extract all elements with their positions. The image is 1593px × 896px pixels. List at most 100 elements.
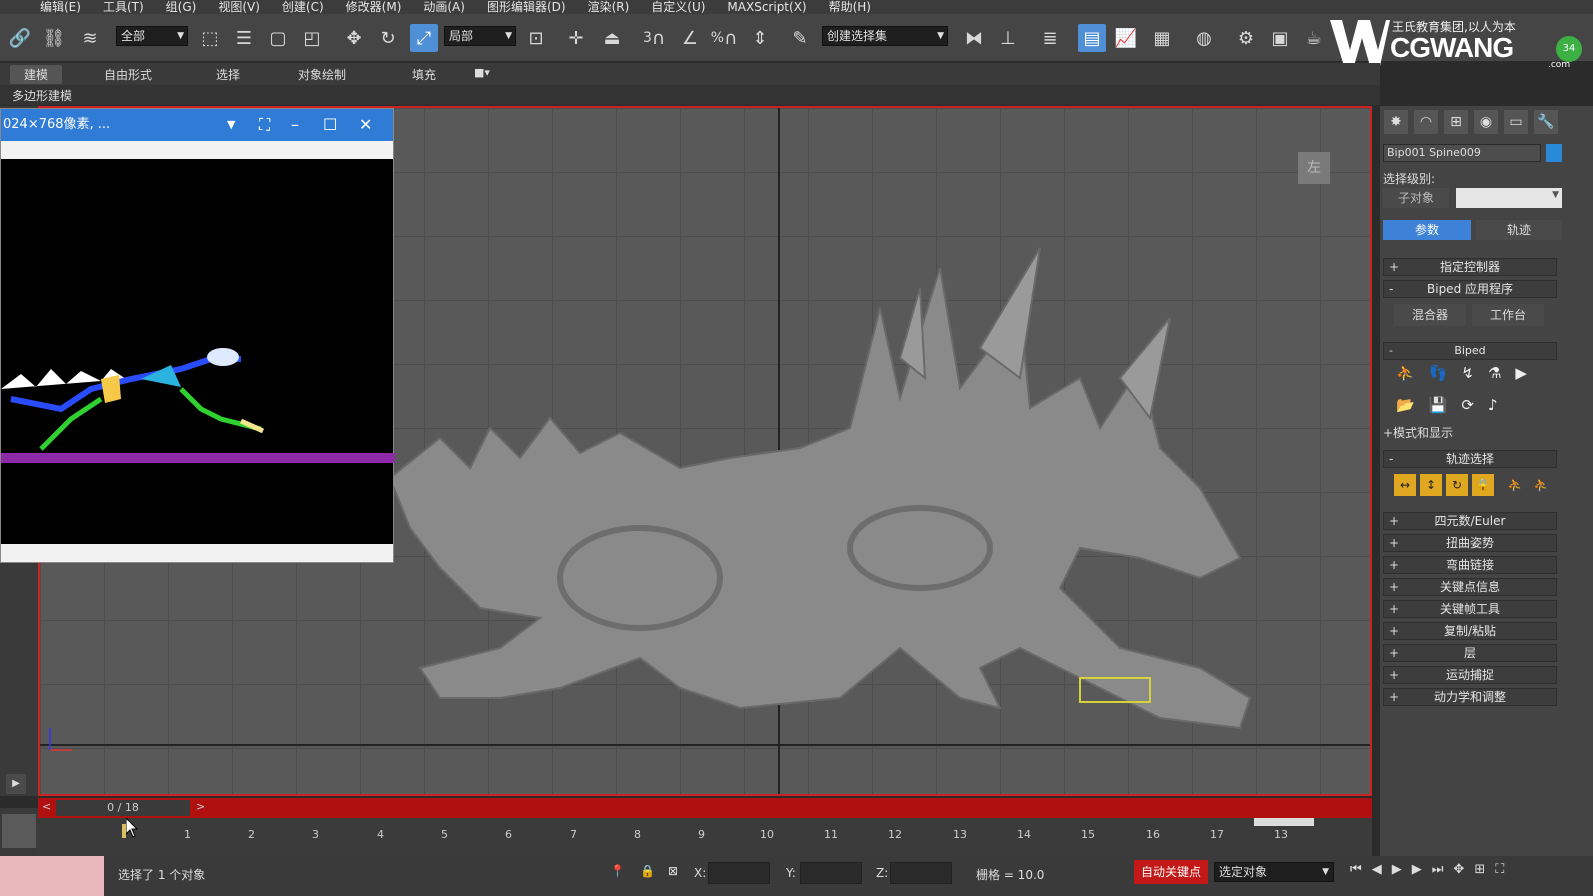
zoom-all-icon[interactable]: ⊞ (1474, 862, 1485, 877)
lock-selection-icon[interactable]: 🔒 (640, 864, 655, 878)
material-editor-icon[interactable]: ◍ (1190, 24, 1218, 52)
go-to-end-icon[interactable]: ⏭ (1432, 862, 1444, 877)
track-bar[interactable]: 1 2 3 4 5 6 7 8 9 10 11 12 13 14 15 16 1… (38, 818, 1372, 856)
rollout-assign-controller[interactable]: + 指定控制器 (1383, 258, 1557, 276)
render-setup-icon[interactable]: ⚙ (1232, 24, 1260, 52)
pivot-center-icon[interactable]: ⊡ (522, 24, 550, 52)
rollout-copy-paste[interactable]: + 复制/粘贴 (1383, 622, 1557, 640)
rollout-keyframing-tools[interactable]: + 关键帧工具 (1383, 600, 1557, 618)
link-icon[interactable]: 🔗 (6, 24, 34, 52)
layer-manager-icon[interactable]: ≣ (1036, 24, 1064, 52)
isolate-icon[interactable]: 📍 (610, 864, 625, 878)
sub-object-dropdown[interactable]: ▼ (1456, 188, 1562, 208)
scene-explorer-icon[interactable]: ▤ (1078, 24, 1106, 52)
next-frame-button[interactable]: > (196, 800, 205, 813)
rollout-layers[interactable]: + 层 (1383, 644, 1557, 662)
menu-edit[interactable]: 编辑(E) (40, 0, 81, 14)
motion-panel-icon[interactable]: ◉ (1474, 110, 1498, 134)
object-color-swatch[interactable] (1546, 144, 1562, 162)
render-window-titlebar[interactable]: 024×768像素, ... ▼ ⛶ – ☐ ✕ (1, 109, 393, 141)
ribbon-options-icon[interactable]: ■▾ (474, 66, 490, 79)
fit-window-icon[interactable]: ⛶ (259, 109, 270, 141)
rollout-motion-capture[interactable]: + 运动捕捉 (1383, 666, 1557, 684)
modify-panel-icon[interactable]: ◠ (1414, 110, 1438, 134)
edit-named-selection-icon[interactable]: ✎ (786, 24, 814, 52)
render-preview-window[interactable]: 024×768像素, ... ▼ ⛶ – ☐ ✕ (0, 108, 395, 563)
minimize-icon[interactable]: – (291, 109, 299, 141)
body-rotation-icon[interactable]: ↻ (1446, 474, 1468, 496)
tab-selection[interactable]: 选择 (216, 66, 240, 83)
select-by-name-icon[interactable]: ☰ (230, 24, 258, 52)
mixer-mode-icon[interactable]: ⚗ (1488, 364, 1501, 392)
utilities-panel-icon[interactable]: 🔧 (1534, 110, 1558, 134)
rollout-twist-poses[interactable]: + 扭曲姿势 (1383, 534, 1557, 552)
prev-frame-button[interactable]: < (42, 800, 51, 813)
rendered-frame-icon[interactable]: ▣ (1266, 24, 1294, 52)
menu-view[interactable]: 视图(V) (218, 0, 260, 14)
go-to-start-icon[interactable]: ⏮ (1350, 862, 1362, 877)
mixer-button[interactable]: 混合器 (1394, 304, 1466, 326)
menu-rendering[interactable]: 渲染(R) (588, 0, 630, 14)
menu-create[interactable]: 创建(C) (282, 0, 324, 14)
y-coord-field[interactable] (800, 862, 862, 884)
rotate-icon[interactable]: ↻ (374, 24, 402, 52)
keyboard-shortcut-icon[interactable]: ⏏ (598, 24, 626, 52)
sub-object-button[interactable]: 子对象 (1383, 188, 1449, 208)
move-icon[interactable]: ✥ (340, 24, 368, 52)
unlink-icon[interactable]: ⛓ (40, 24, 68, 52)
save-file-icon[interactable]: 💾 (1429, 396, 1448, 424)
menu-group[interactable]: 组(G) (166, 0, 197, 14)
opposite-icon[interactable]: ⛹ (1530, 474, 1552, 496)
rollout-quaternion-euler[interactable]: + 四元数/Euler (1383, 512, 1557, 530)
curve-editor-icon[interactable]: 📈 (1112, 24, 1140, 52)
footstep-mode-icon[interactable]: 👣 (1429, 364, 1448, 392)
trajectories-tab[interactable]: 轨迹 (1476, 220, 1562, 240)
body-horizontal-icon[interactable]: ↔ (1394, 474, 1416, 496)
menu-customize[interactable]: 自定义(U) (651, 0, 705, 14)
figure-mode-icon[interactable]: ⛹ (1396, 364, 1415, 392)
select-object-icon[interactable]: ⬚ (196, 24, 224, 52)
maximize-viewport-icon[interactable]: ⛶ (1495, 862, 1504, 877)
key-filter-dropdown[interactable]: 选定对象 ▼ (1214, 862, 1334, 882)
tab-modeling[interactable]: 建模 (10, 65, 63, 84)
pan-view-icon[interactable]: ✥ (1453, 862, 1464, 877)
play-small-icon[interactable]: ▶ (6, 774, 26, 794)
next-frame-icon[interactable]: ▶︎ (1412, 862, 1422, 877)
menu-tools[interactable]: 工具(T) (103, 0, 144, 14)
menu-graph-editors[interactable]: 图形编辑器(D) (487, 0, 566, 14)
mode-display-toggle[interactable]: +模式和显示 (1383, 424, 1453, 441)
scale-icon[interactable]: ⤢ (410, 24, 438, 52)
mirror-icon[interactable]: ⧓ (960, 24, 988, 52)
window-crossing-icon[interactable]: ◰ (298, 24, 326, 52)
biped-playback-icon[interactable]: ▶ (1515, 364, 1527, 392)
reference-coord-dropdown[interactable]: 局部 ▼ (444, 26, 516, 46)
angle-snap-icon[interactable]: ∠ (676, 24, 704, 52)
play-icon[interactable]: ▶ (1392, 862, 1402, 877)
creature-model[interactable] (380, 228, 1280, 748)
percent-snap-icon[interactable]: % ∩ (710, 24, 738, 52)
body-vertical-icon[interactable]: ↕ (1420, 474, 1442, 496)
auto-key-button[interactable]: 自动关键点 (1134, 860, 1208, 884)
spinner-snap-icon[interactable]: ⇕ (746, 24, 774, 52)
rollout-biped[interactable]: - Biped (1383, 342, 1557, 360)
time-slider-bar[interactable]: < 0 / 18 > (38, 798, 1372, 818)
absolute-mode-icon[interactable]: ⊠ (668, 864, 678, 878)
maxscript-listener-mini[interactable] (0, 856, 104, 896)
rollout-track-selection[interactable]: - 轨迹选择 (1383, 450, 1557, 468)
close-icon[interactable]: ✕ (359, 109, 372, 141)
align-icon[interactable]: ⊥ (994, 24, 1022, 52)
load-file-icon[interactable]: 📂 (1396, 396, 1415, 424)
object-name-field[interactable]: Bip001 Spine009 (1383, 144, 1541, 162)
rollout-biped-apps[interactable]: - Biped 应用程序 (1383, 280, 1557, 298)
mini-curve-editor-toggle[interactable] (2, 814, 36, 848)
z-coord-field[interactable] (890, 862, 952, 884)
tab-object-paint[interactable]: 对象绘制 (298, 66, 346, 83)
rollout-bend-links[interactable]: + 弯曲链接 (1383, 556, 1557, 574)
bind-spacewarp-icon[interactable]: ≋ (76, 24, 104, 52)
symmetrical-icon[interactable]: ⛹ (1504, 474, 1526, 496)
convert-icon[interactable]: ⟳ (1461, 396, 1474, 424)
menu-animation[interactable]: 动画(A) (423, 0, 465, 14)
prev-frame-icon[interactable]: ◀︎ (1372, 862, 1382, 877)
rollout-dynamics[interactable]: + 动力学和调整 (1383, 688, 1557, 706)
maximize-icon[interactable]: ☐ (323, 109, 337, 141)
